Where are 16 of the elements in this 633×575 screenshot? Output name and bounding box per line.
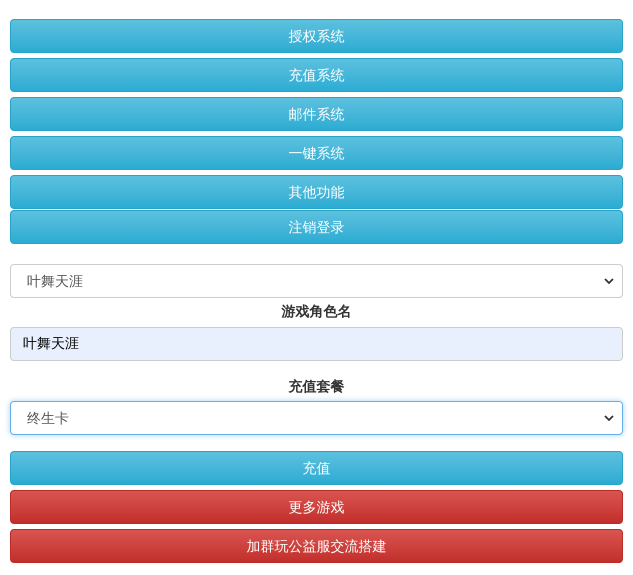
logout-button[interactable]: 注销登录 (10, 210, 623, 244)
action-button[interactable]: 充值 (10, 451, 623, 485)
field-label: 游戏角色名 (282, 302, 352, 321)
menu-button[interactable]: 授权系统 (10, 19, 623, 53)
menu-button[interactable]: 一键系统 (10, 136, 623, 170)
select-field[interactable]: 叶舞天涯 (10, 264, 623, 298)
action-button[interactable]: 更多游戏 (10, 490, 623, 524)
action-button[interactable]: 加群玩公益服交流搭建 (10, 529, 623, 563)
menu-button[interactable]: 充值系统 (10, 58, 623, 92)
select-field[interactable]: 终生卡 (10, 401, 623, 435)
role-name-field[interactable]: 叶舞天涯 (10, 327, 623, 361)
field-label: 充值套餐 (288, 377, 344, 396)
menu-button[interactable]: 其他功能 (10, 175, 623, 209)
chevron-down-icon (604, 276, 614, 286)
menu-button[interactable]: 邮件系统 (10, 97, 623, 131)
chevron-down-icon (604, 413, 614, 423)
